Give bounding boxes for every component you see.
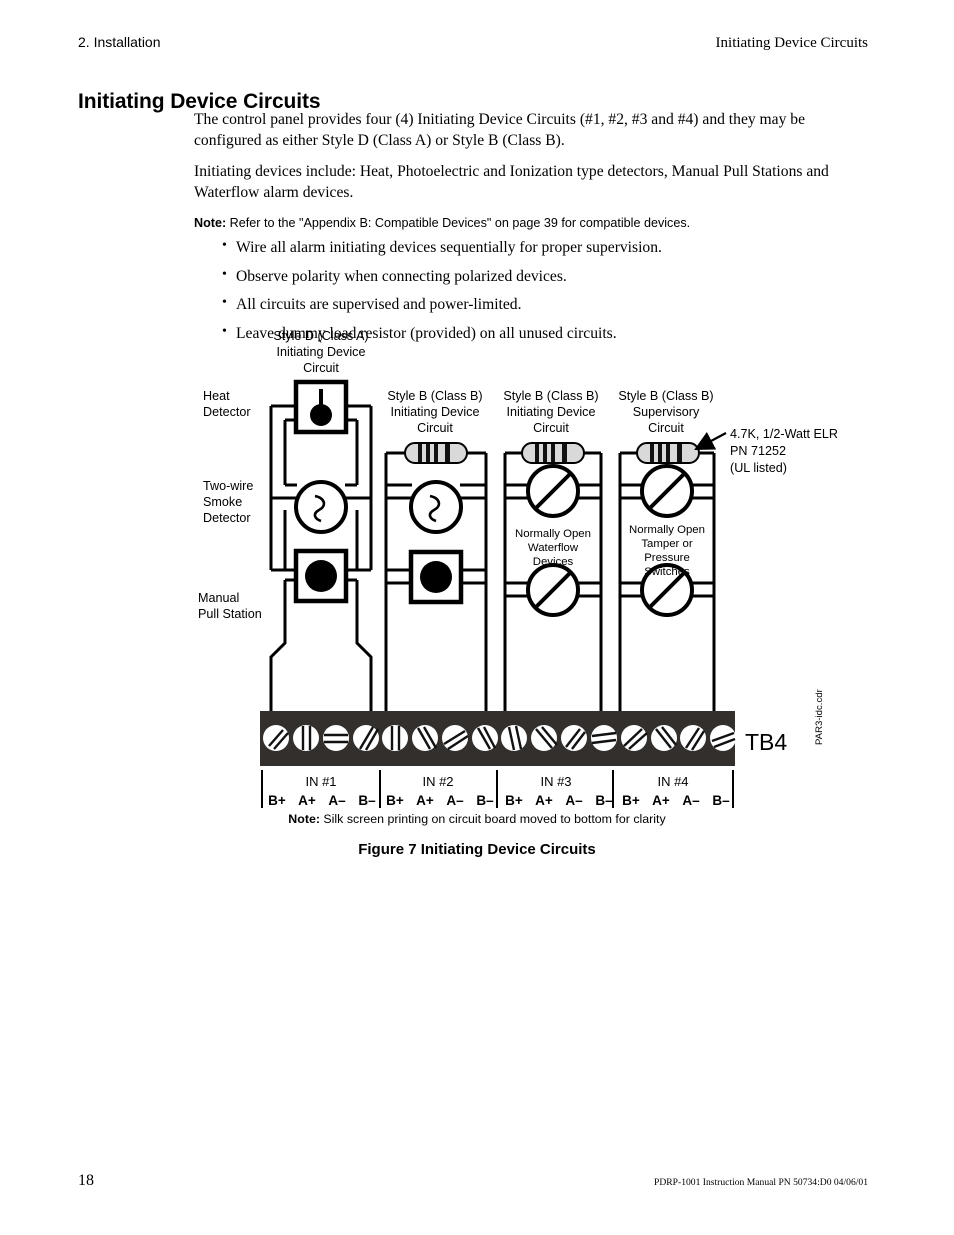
running-header: 2. Installation Initiating Device Circui…	[78, 34, 868, 52]
waterflow-switch-symbol-upper	[526, 464, 580, 518]
terminal-group-in2: IN #2 B+ A+ A– B–	[386, 774, 494, 808]
waterflow-switch-symbol-lower	[526, 563, 580, 617]
label-line-3: Pressure	[644, 552, 690, 564]
figure-caption: Figure 7 Initiating Device Circuits	[358, 841, 596, 858]
elr-callout: 4.7K, 1/2-Watt ELR PN 71252 (UL listed)	[694, 427, 838, 475]
terminal-label: B+	[622, 793, 640, 808]
column-heading-in3: Style B (Class B) Initiating Device Circ…	[503, 389, 598, 435]
figure-7-diagram: Style D (Class A) Initiating Device Circ…	[0, 325, 954, 870]
inline-label-tamper: Normally Open Tamper or Pressure Switche…	[629, 524, 705, 578]
terminal-label: A–	[682, 793, 700, 808]
terminal-label: A–	[328, 793, 346, 808]
pull-station-symbol-in1	[293, 548, 349, 604]
label-line-2: Tamper or	[641, 538, 692, 550]
device-label-pull-station: Manual Pull Station	[198, 591, 262, 621]
figure-note-lead: Note:	[288, 812, 320, 826]
label-line-1: Heat	[203, 389, 230, 403]
heading-line-1: Style B (Class B)	[387, 389, 482, 403]
body-content: The control panel provides four (4) Init…	[194, 110, 854, 353]
paragraph-2: Initiating devices include: Heat, Photoe…	[194, 163, 829, 202]
heading-line-3: Circuit	[303, 361, 339, 375]
terminal-label: B+	[386, 793, 404, 808]
terminal-label: B–	[358, 793, 376, 808]
group-title: IN #4	[657, 774, 688, 789]
callout-line-2: PN 71252	[730, 444, 786, 458]
heading-line-3: Circuit	[648, 421, 684, 435]
terminal-label: B–	[476, 793, 494, 808]
terminal-label: B–	[595, 793, 613, 808]
heading-line-2: Initiating Device	[507, 405, 596, 419]
label-line-4: Switches	[644, 566, 690, 578]
terminal-group-in4: IN #4 B+ A+ A– B–	[622, 774, 730, 808]
label-line-1: Normally Open	[629, 524, 705, 536]
document-id: PDRP-1001 Instruction Manual PN 50734:D0…	[654, 1177, 868, 1188]
heading-line-2: Initiating Device	[277, 345, 366, 359]
elr-resistor-in2	[404, 442, 468, 464]
heading-line-1: Style B (Class B)	[618, 389, 713, 403]
note-lead-label: Note:	[194, 215, 227, 230]
heading-line-2: Supervisory	[633, 405, 700, 419]
column-heading-in4: Style B (Class B) Supervisory Circuit	[618, 389, 713, 435]
group-title: IN #3	[540, 774, 571, 789]
compatible-devices-note: Note: Refer to the "Appendix B: Compatib…	[194, 215, 854, 232]
page-number: 18	[78, 1172, 94, 1189]
column-heading-in2: Style B (Class B) Initiating Device Circ…	[387, 389, 482, 435]
smoke-detector-symbol-in1	[294, 480, 348, 534]
terminal-group-in1: IN #1 B+ A+ A– B–	[268, 774, 376, 808]
group-title: IN #2	[422, 774, 453, 789]
list-item: All circuits are supervised and power-li…	[194, 294, 854, 316]
label-line-1: Two-wire	[203, 479, 253, 493]
label-line-3: Detector	[203, 511, 251, 525]
drawing-id-label: PAR3-idc.cdr	[814, 688, 825, 745]
terminal-label: A+	[416, 793, 434, 808]
callout-line-1: 4.7K, 1/2-Watt ELR	[730, 427, 838, 441]
label-line-2: Waterflow	[528, 542, 579, 554]
terminal-label: B+	[505, 793, 523, 808]
label-line-2: Detector	[203, 405, 251, 419]
terminal-group-in3: IN #3 B+ A+ A– B–	[505, 774, 613, 808]
device-label-heat-detector: Heat Detector	[203, 389, 251, 419]
tamper-switch-symbol-upper	[640, 464, 694, 518]
column-heading-style-d: Style D (Class A) Initiating Device Circ…	[273, 329, 368, 375]
header-topic-label: Initiating Device Circuits	[715, 35, 868, 51]
pull-station-symbol-in2	[408, 549, 464, 605]
figure-note: Note: Silk screen printing on circuit bo…	[0, 812, 954, 826]
label-line-2: Smoke	[203, 495, 242, 509]
device-label-smoke-detector: Two-wire Smoke Detector	[203, 479, 253, 525]
label-line-3: Devices	[533, 556, 574, 568]
terminal-block-name: TB4	[745, 729, 787, 755]
heat-detector-symbol-in1	[293, 379, 349, 435]
heading-line-2: Initiating Device	[391, 405, 480, 419]
inline-label-waterflow: Normally Open Waterflow Devices	[515, 528, 591, 568]
smoke-detector-symbol-in2	[409, 480, 463, 534]
heading-line-3: Circuit	[533, 421, 569, 435]
label-line-1: Normally Open	[515, 528, 591, 540]
circuit-diagram-svg: Style D (Class A) Initiating Device Circ…	[198, 329, 838, 808]
paragraph-1: The control panel provides four (4) Init…	[194, 111, 806, 149]
terminal-label: A–	[565, 793, 583, 808]
heading-line-3: Circuit	[417, 421, 453, 435]
figure-note-text: Silk screen printing on circuit board mo…	[319, 812, 666, 826]
list-item: Observe polarity when connecting polariz…	[194, 266, 854, 288]
heading-line-1: Style B (Class B)	[503, 389, 598, 403]
header-section-label: 2. Installation	[78, 34, 161, 50]
heading-line-1: Style D (Class A)	[273, 329, 368, 343]
group-title: IN #1	[305, 774, 336, 789]
terminal-label: B+	[268, 793, 286, 808]
label-line-1: Manual	[198, 591, 239, 605]
list-item: Wire all alarm initiating devices sequen…	[194, 237, 854, 259]
note-body-text: Refer to the "Appendix B: Compatible Dev…	[226, 215, 691, 230]
terminal-label: A–	[446, 793, 464, 808]
terminal-label: A+	[652, 793, 670, 808]
callout-line-3: (UL listed)	[730, 461, 787, 475]
elr-resistor-in3	[521, 442, 585, 464]
terminal-label: B–	[712, 793, 730, 808]
label-line-2: Pull Station	[198, 607, 262, 621]
page-footer: 18 PDRP-1001 Instruction Manual PN 50734…	[78, 1172, 868, 1190]
terminal-label: A+	[535, 793, 553, 808]
elr-resistor-in4	[636, 442, 700, 464]
terminal-label: A+	[298, 793, 316, 808]
